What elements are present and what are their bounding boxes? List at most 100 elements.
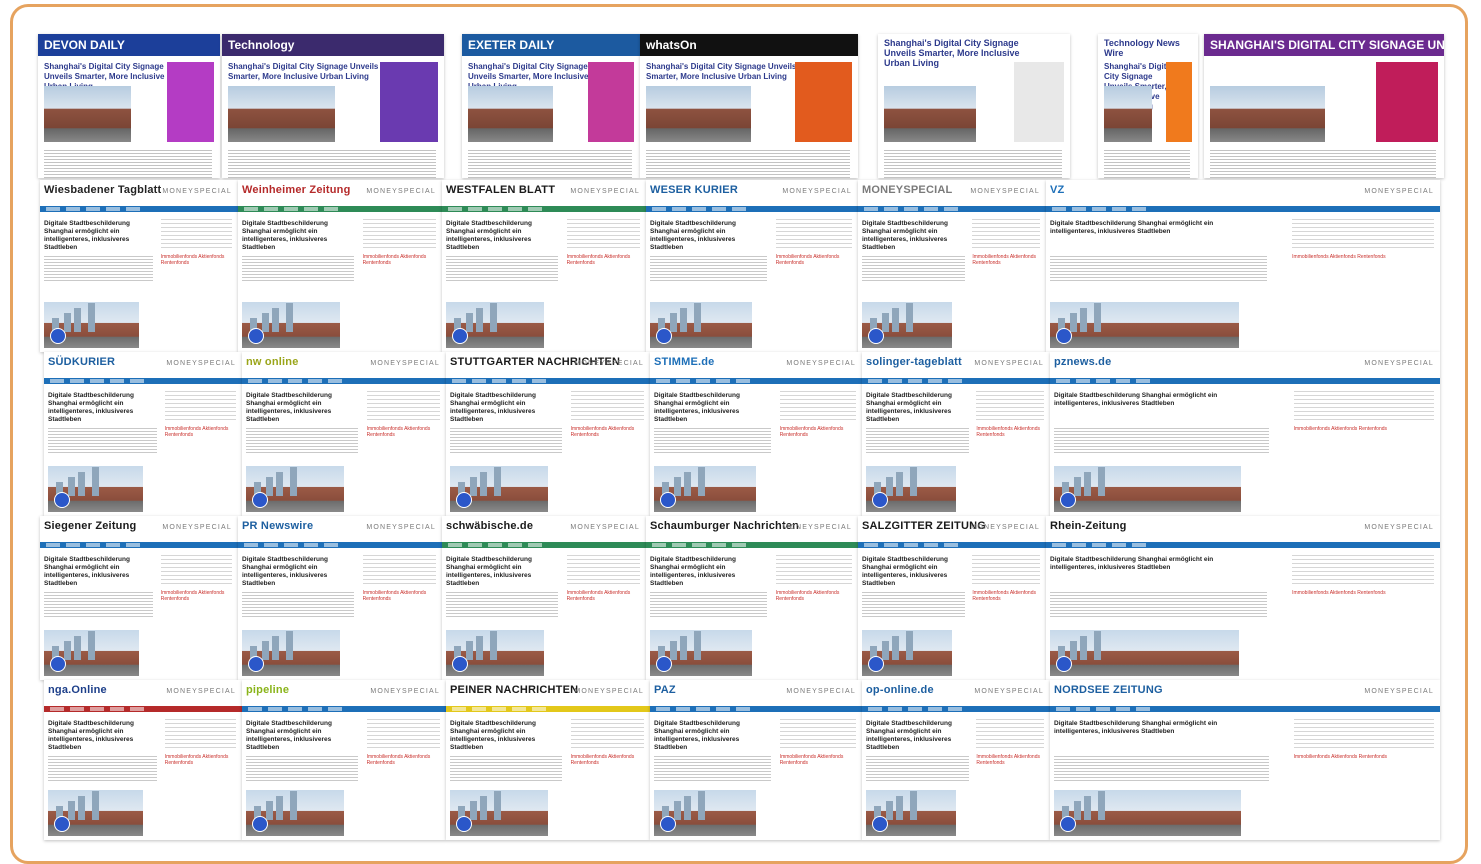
nav-item[interactable] <box>868 707 882 711</box>
article-headline[interactable]: Digitale Stadtbeschilderung Shanghai erm… <box>246 392 352 424</box>
nav-item[interactable] <box>736 707 750 711</box>
nav-item[interactable] <box>468 207 482 211</box>
nav-item[interactable] <box>284 543 298 547</box>
clipping-nav-bar[interactable] <box>238 206 442 212</box>
clipping-nav-bar[interactable] <box>1046 206 1440 212</box>
article-headline[interactable]: Digitale Stadtbeschilderung Shanghai erm… <box>1054 392 1257 408</box>
nav-item[interactable] <box>492 379 506 383</box>
nav-item[interactable] <box>888 707 902 711</box>
nav-item[interactable] <box>652 207 666 211</box>
nav-item[interactable] <box>904 543 918 547</box>
article-headline[interactable]: Digitale Stadtbeschilderung Shanghai erm… <box>44 556 147 588</box>
nav-item[interactable] <box>126 207 140 211</box>
clipping-stimme-de[interactable]: STIMME.de MONEYSPECIAL Digitale Stadtbesch… <box>650 352 862 516</box>
nav-item[interactable] <box>512 379 526 383</box>
nav-item[interactable] <box>304 543 318 547</box>
nav-item[interactable] <box>268 707 282 711</box>
nav-item[interactable] <box>924 543 938 547</box>
newspaper-logo[interactable]: PAZ <box>654 684 676 696</box>
nav-item[interactable] <box>864 543 878 547</box>
article-headline[interactable]: Digitale Stadtbeschilderung Shanghai erm… <box>650 220 760 252</box>
newspaper-logo[interactable]: solinger-tageblatt <box>866 356 962 368</box>
clipping-nav-bar[interactable] <box>1046 542 1440 548</box>
clipping-nav-bar[interactable] <box>858 206 1046 212</box>
nav-item[interactable] <box>692 543 706 547</box>
nav-item[interactable] <box>512 707 526 711</box>
nav-item[interactable] <box>696 379 710 383</box>
feature-tile-technology[interactable]: Technology Shanghai's Digital City Signag… <box>222 34 444 178</box>
fund-links[interactable]: Immobilienfonds Aktienfonds Rentenfonds <box>367 754 440 766</box>
clipping-westfalen-blatt[interactable]: WESTFALEN BLATT MONEYSPECIAL Digitale Stad… <box>442 180 646 352</box>
clipping-nordsee-zeitung[interactable]: NORDSEE ZEITUNG MONEYSPECIAL Digitale Stad… <box>1050 680 1440 840</box>
nav-item[interactable] <box>712 207 726 211</box>
nav-item[interactable] <box>308 707 322 711</box>
nav-item[interactable] <box>1056 707 1070 711</box>
newspaper-logo[interactable]: Wiesbadener Tagblatt <box>44 184 161 196</box>
article-headline[interactable]: Digitale Stadtbeschilderung Shanghai erm… <box>446 220 552 252</box>
newspaper-logo[interactable]: nga.Online <box>48 684 107 696</box>
nav-item[interactable] <box>50 707 64 711</box>
nav-item[interactable] <box>1076 707 1090 711</box>
nav-item[interactable] <box>488 543 502 547</box>
newspaper-logo[interactable]: nw online <box>246 356 299 368</box>
nav-item[interactable] <box>264 207 278 211</box>
newspaper-logo[interactable]: pznews.de <box>1054 356 1111 368</box>
clipping-pipeline[interactable]: pipeline MONEYSPECIAL Digitale Stadtbeschi… <box>242 680 446 840</box>
newspaper-logo[interactable]: WESTFALEN BLATT <box>446 184 555 196</box>
nav-item[interactable] <box>110 707 124 711</box>
nav-item[interactable] <box>46 207 60 211</box>
fund-links[interactable]: Immobilienfonds Aktienfonds Rentenfonds <box>363 590 436 602</box>
nav-item[interactable] <box>452 707 466 711</box>
article-headline[interactable]: Digitale Stadtbeschilderung Shanghai erm… <box>450 392 556 424</box>
clipping-schaumburger[interactable]: Schaumburger Nachrichten MONEYSPECIAL Digi… <box>646 516 858 680</box>
nav-item[interactable] <box>448 207 462 211</box>
newspaper-logo[interactable]: MONEYSPECIAL <box>862 184 952 196</box>
article-headline[interactable]: Digitale Stadtbeschilderung Shanghai erm… <box>450 720 556 752</box>
article-headline[interactable]: Digitale Stadtbeschilderung Shanghai erm… <box>654 392 764 424</box>
nav-item[interactable] <box>1136 379 1150 383</box>
nav-item[interactable] <box>732 543 746 547</box>
article-headline[interactable]: Digitale Stadtbeschilderung Shanghai erm… <box>48 392 151 424</box>
clipping-nav-bar[interactable] <box>242 706 446 712</box>
fund-links[interactable]: Immobilienfonds Aktienfonds Rentenfonds <box>165 754 236 766</box>
newspaper-logo[interactable]: Weinheimer Zeitung <box>242 184 351 196</box>
nav-item[interactable] <box>1096 707 1110 711</box>
newspaper-logo[interactable]: NORDSEE ZEITUNG <box>1054 684 1163 696</box>
feature-tile-tech-feature[interactable]: SHANGHAI'S DIGITAL CITY SIGNAGE UNVEILS … <box>1204 34 1444 178</box>
nav-item[interactable] <box>130 707 144 711</box>
nav-item[interactable] <box>1052 543 1066 547</box>
nav-item[interactable] <box>324 543 338 547</box>
nav-item[interactable] <box>328 379 342 383</box>
article-headline[interactable]: Digitale Stadtbeschilderung Shanghai erm… <box>866 720 964 752</box>
nav-item[interactable] <box>472 707 486 711</box>
nav-item[interactable] <box>656 379 670 383</box>
clipping-nav-bar[interactable] <box>862 706 1050 712</box>
nav-item[interactable] <box>70 379 84 383</box>
feature-article-title[interactable]: Shanghai's Digital City Signage Unveils … <box>646 62 799 82</box>
clipping-nav-bar[interactable] <box>442 206 646 212</box>
nav-item[interactable] <box>1112 207 1126 211</box>
fund-links[interactable]: Immobilienfonds Aktienfonds Rentenfonds <box>972 590 1040 602</box>
nav-item[interactable] <box>532 379 546 383</box>
newspaper-logo[interactable]: op-online.de <box>866 684 934 696</box>
clipping-nav-bar[interactable] <box>44 706 242 712</box>
nav-item[interactable] <box>244 207 258 211</box>
clipping-nav-bar[interactable] <box>44 378 242 384</box>
fund-links[interactable]: Immobilienfonds Aktienfonds Rentenfonds <box>1294 754 1434 760</box>
clipping-weser-kurier[interactable]: WESER KURIER MONEYSPECIAL Digitale Stadtbe… <box>646 180 858 352</box>
nav-item[interactable] <box>864 207 878 211</box>
nav-item[interactable] <box>736 379 750 383</box>
nav-item[interactable] <box>652 543 666 547</box>
fund-links[interactable]: Immobilienfonds Aktienfonds Rentenfonds <box>567 590 640 602</box>
clipping-rhein-zeitung[interactable]: Rhein-Zeitung MONEYSPECIAL Digitale Stadtb… <box>1046 516 1440 680</box>
clipping-siegener-zeitung[interactable]: Siegener Zeitung MONEYSPECIAL Digitale Sta… <box>40 516 238 680</box>
clipping-nav-bar[interactable] <box>862 378 1050 384</box>
nav-item[interactable] <box>488 207 502 211</box>
nav-item[interactable] <box>90 379 104 383</box>
nav-item[interactable] <box>452 379 466 383</box>
clipping-stuttgarter-nachrichten[interactable]: STUTTGARTER NACHRICHTEN MONEYSPECIAL Digit… <box>446 352 650 516</box>
newspaper-logo[interactable]: Siegener Zeitung <box>44 520 136 532</box>
nav-item[interactable] <box>1072 543 1086 547</box>
nav-item[interactable] <box>716 707 730 711</box>
article-headline[interactable]: Digitale Stadtbeschilderung Shanghai erm… <box>246 720 352 752</box>
